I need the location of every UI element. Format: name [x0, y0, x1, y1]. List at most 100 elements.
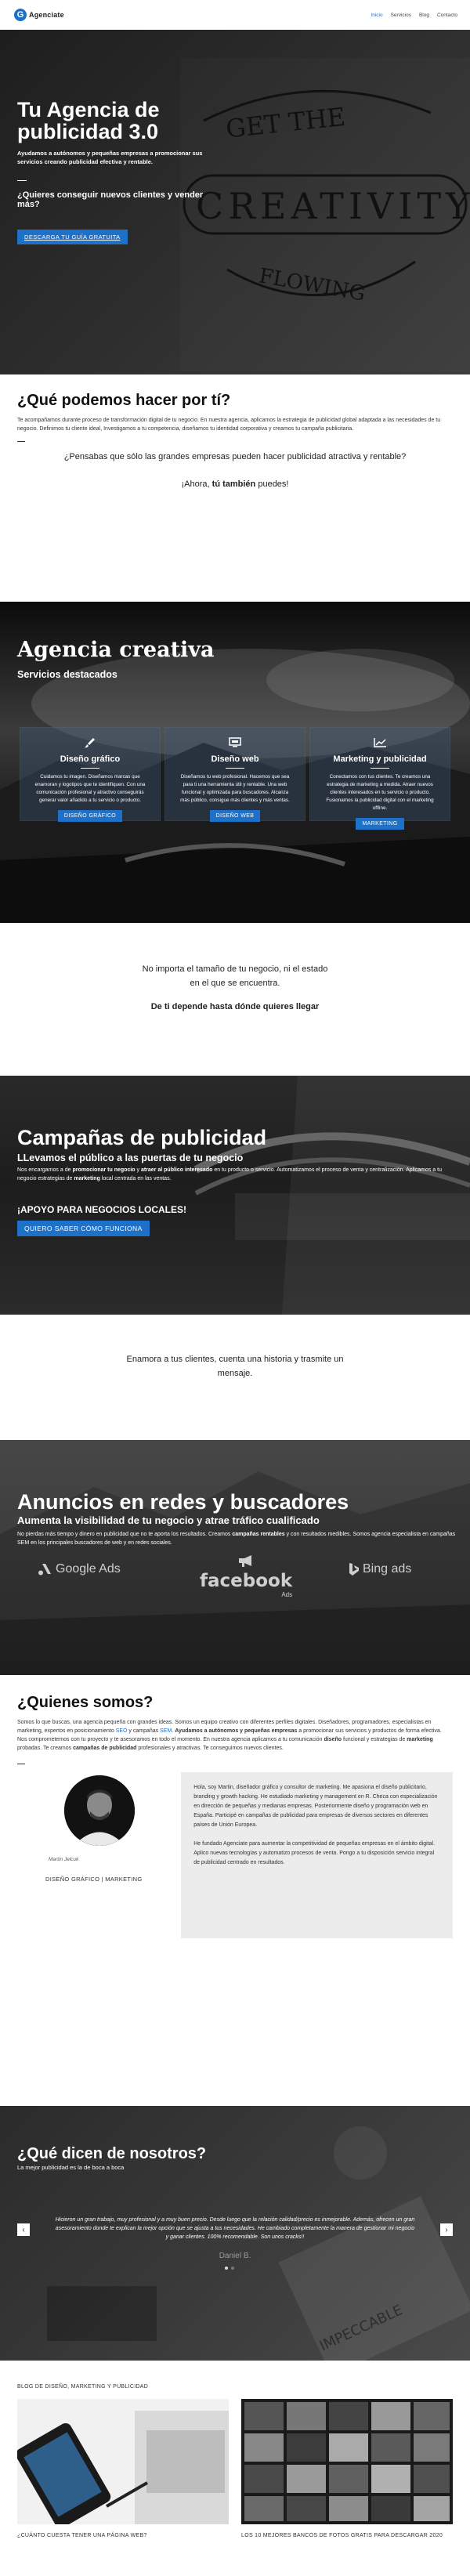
card-title: Marketing y publicidad [333, 754, 427, 764]
megaphone-icon [239, 1555, 252, 1567]
chevron-left-icon: ‹ [22, 2225, 25, 2234]
person-photo [63, 1775, 135, 1846]
about-section: ¿Quienes somos? Somos lo que buscas, una… [0, 1675, 470, 2106]
brush-icon [85, 738, 95, 748]
desc-bold: marketing [74, 1176, 100, 1181]
post-title[interactable]: LOS 10 MEJORES BANCOS DE FOTOS GRATIS PA… [241, 2533, 453, 2538]
team-profile: Martin Jelcuk DISEÑO GRÁFICO | MARKETING… [17, 1772, 453, 1938]
logo[interactable]: G Agenciate [14, 9, 64, 21]
facebook-ads-logo: facebook Ads [200, 1554, 292, 1598]
logo-text: Agenciate [29, 11, 64, 19]
service-cards: Diseño gráfico Cuidamos tu imagen. Diseñ… [20, 727, 450, 830]
profile-name: Martin Jelcuk [49, 1857, 79, 1862]
motivation-section: No importa el tamaño de tu negocio, ni e… [0, 923, 470, 1076]
post-thumbnail-photo-grid[interactable] [241, 2399, 453, 2524]
card-text: Diseñamos tu web profesional. Hacemos qu… [180, 774, 290, 803]
profile-bio: Hola, soy Martin, diseñador gráfico y co… [181, 1772, 453, 1938]
bing-ads-text: Bing ads [363, 1562, 412, 1576]
motivation-line-1: No importa el tamaño de tu negocio, ni e… [142, 964, 328, 974]
desc-bold: marketing [407, 1737, 433, 1742]
what-we-do-section: ¿Qué podemos hacer por tí? Te acompañamo… [0, 374, 470, 602]
local-support-heading: ¡APOYO PARA NEGOCIOS LOCALES! [17, 1204, 187, 1215]
nav-blog[interactable]: Blog [419, 13, 429, 18]
nav-contacto[interactable]: Contacto [437, 13, 457, 18]
section-description: Te acompañamos durante proceso de transf… [17, 418, 441, 432]
desc-bold: campañas rentables [232, 1532, 285, 1537]
download-guide-button[interactable]: DESCARGA TU GUÍA GRATUITA [17, 230, 128, 244]
desc-bold: atraer al público interesado [140, 1167, 213, 1173]
nav-inicio[interactable]: Inicio [371, 13, 382, 18]
carousel-prev-button[interactable]: ‹ [17, 2223, 30, 2236]
services-section: Agencia creativa Servicios destacados Di… [0, 602, 470, 923]
graphic-design-button[interactable]: DISEÑO GRÁFICO [57, 810, 123, 822]
answer-text: ¡Ahora, tú también puedes! [17, 480, 453, 489]
google-ads-logo: Google Ads [38, 1562, 121, 1576]
blog-section: BLOG DE DISEÑO, MARKETING Y PUBLICIDAD ¿… [0, 2361, 470, 2576]
bing-ads-logo: Bing ads [349, 1562, 411, 1576]
profile-card: Martin Jelcuk DISEÑO GRÁFICO | MARKETING [17, 1772, 181, 1938]
answer-bold: tú también [212, 479, 256, 489]
marketing-button[interactable]: MARKETING [356, 818, 404, 830]
blog-post[interactable]: LOS 10 MEJORES BANCOS DE FOTOS GRATIS PA… [241, 2399, 453, 2538]
chevron-right-icon: › [445, 2225, 448, 2234]
answer-prefix: ¡Ahora, [181, 479, 212, 489]
carousel-next-button[interactable]: › [440, 2223, 453, 2236]
storytelling-line-2: mensaje. [217, 1369, 253, 1378]
section-description: Nos encargamos a de promocionar tu negoc… [17, 1166, 456, 1183]
google-ads-text: Google Ads [56, 1562, 121, 1576]
desc-part: y [135, 1167, 141, 1173]
nav-servicios[interactable]: Servicios [391, 13, 411, 18]
card-title: Diseño web [211, 754, 259, 764]
web-design-button[interactable]: DISEÑO WEB [209, 810, 261, 822]
hero-description: Ayudamos a autónomos y pequeñas empresas… [17, 150, 203, 165]
desc-part: probadas. Te creamos [17, 1746, 74, 1751]
carousel-dot[interactable] [225, 2267, 228, 2270]
hero-title: Tu Agencia de publicidad 3.0 [17, 98, 160, 143]
facebook-text: facebook [200, 1571, 293, 1591]
desc-part: No pierdas más tiempo y dinero en public… [17, 1532, 233, 1537]
section-title: ¿Qué podemos hacer por tí? [17, 392, 231, 409]
city-background-image [193, 1076, 470, 1315]
about-description: Somos lo que buscas, una agencia pequeña… [17, 1718, 453, 1753]
service-card-web-design: Diseño web Diseñamos tu web profesional.… [164, 727, 306, 822]
desc-part: Nos encargamos a de [17, 1167, 73, 1173]
seo-link[interactable]: SEO [116, 1728, 128, 1734]
carousel-dot[interactable] [231, 2267, 234, 2270]
bing-icon [349, 1563, 359, 1576]
divider [17, 441, 25, 442]
section-title: Agencia creativa [17, 638, 215, 662]
main-nav: Inicio Servicios Blog Contacto [371, 13, 457, 18]
desc-bold: campañas de publicidad [73, 1746, 137, 1751]
google-ads-icon [38, 1564, 51, 1576]
post-title[interactable]: ¿CUÁNTO CUESTA TENER UNA PÁGINA WEB? [17, 2533, 229, 2538]
bio-paragraph-2: He fundado Agenciate para aumentar la co… [193, 1841, 436, 1865]
monitor-icon [229, 737, 241, 747]
motivation-strong: De ti depende hasta dónde quieres llegar [150, 1002, 320, 1011]
desc-bold: Ayudamos a autónomos y pequeñas empresas [175, 1728, 298, 1734]
desc-part: local centrada en las ventas. [99, 1176, 172, 1181]
card-title: Diseño gráfico [60, 754, 121, 764]
divider [371, 768, 389, 769]
sem-link[interactable]: SEM [160, 1728, 172, 1734]
how-it-works-button[interactable]: QUIERO SABER CÓMO FUNCIONA [17, 1221, 150, 1236]
desc-bold: promocionar tu negocio [72, 1167, 136, 1173]
desc-part: profesionales y atractivas. Te conseguim… [136, 1746, 284, 1751]
card-text: Cuidamos tu imagen. Diseñamos marcas que… [34, 774, 146, 803]
ad-platform-logos: Google Ads facebook Ads Bing ads [0, 1548, 470, 1603]
section-subtitle: La mejor publicidad es la de boca a boca [17, 2164, 125, 2171]
divider [17, 180, 27, 181]
post-thumbnail-phone-laptop[interactable] [16, 2399, 229, 2528]
site-header: G Agenciate Inicio Servicios Blog Contac… [0, 0, 470, 30]
hero-question: ¿Quieres conseguir nuevos clientes y ven… [17, 190, 204, 209]
blog-post[interactable]: ¿CUÁNTO CUESTA TENER UNA PÁGINA WEB? [16, 2399, 229, 2538]
section-subtitle: LLevamos el público a las puertas de tu … [17, 1152, 244, 1163]
hero-section: GET THE CREATIVITY FLOWING Tu Agencia de… [0, 30, 470, 374]
storytelling-section: Enamora a tus clientes, cuenta una histo… [0, 1315, 470, 1440]
storytelling-line-1: Enamora a tus clientes, cuenta una histo… [126, 1355, 344, 1364]
chart-icon [374, 738, 386, 747]
section-subtitle: Servicios destacados [17, 669, 118, 680]
bio-paragraph-1: Hola, soy Martin, diseñador gráfico y co… [193, 1785, 438, 1828]
question-text: ¿Pensabas que sólo las grandes empresas … [63, 452, 407, 461]
carousel-dots [225, 2267, 234, 2270]
section-title: ¿Quienes somos? [17, 1694, 154, 1711]
